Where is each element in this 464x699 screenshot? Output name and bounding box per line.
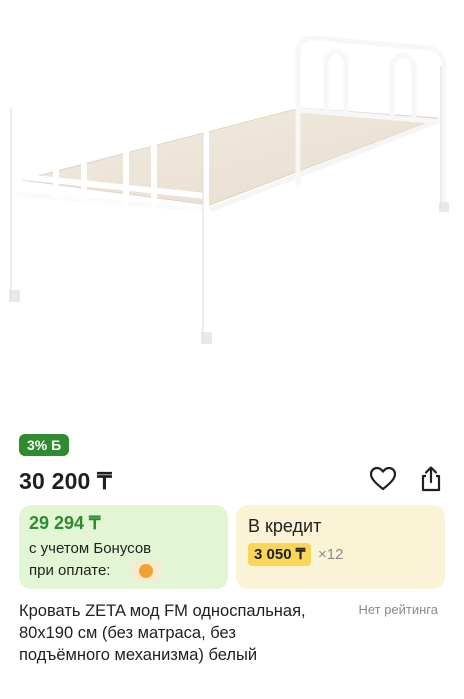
product-title: Кровать ZETA мод FM односпальная, 80х190… bbox=[19, 602, 306, 664]
product-price: 30 200 ₸ bbox=[19, 468, 112, 494]
bonus-price: 29 294 ₸ bbox=[29, 513, 101, 533]
share-icon bbox=[421, 466, 441, 492]
heart-icon bbox=[369, 466, 397, 491]
favorite-button[interactable] bbox=[368, 464, 398, 494]
bonus-price-card[interactable]: 29 294 ₸ с учетом Бонусов при оплате: bbox=[19, 505, 228, 589]
product-image[interactable] bbox=[0, 0, 464, 420]
credit-card[interactable]: В кредит 3 050 ₸ ×12 bbox=[236, 505, 445, 589]
credit-title: В кредит bbox=[248, 516, 322, 536]
rating-status[interactable]: Нет рейтинга bbox=[358, 602, 438, 617]
credit-months: ×12 bbox=[318, 546, 344, 563]
credit-monthly-payment: 3 050 ₸ bbox=[248, 543, 312, 566]
bonus-caption: с учетом Бонусов bbox=[29, 540, 152, 557]
payment-coin-icon bbox=[131, 561, 161, 581]
bed-illustration bbox=[9, 35, 449, 345]
payment-caption: при оплате: bbox=[29, 562, 111, 579]
share-button[interactable] bbox=[416, 464, 446, 494]
bonus-badge: 3% Б bbox=[19, 434, 70, 456]
